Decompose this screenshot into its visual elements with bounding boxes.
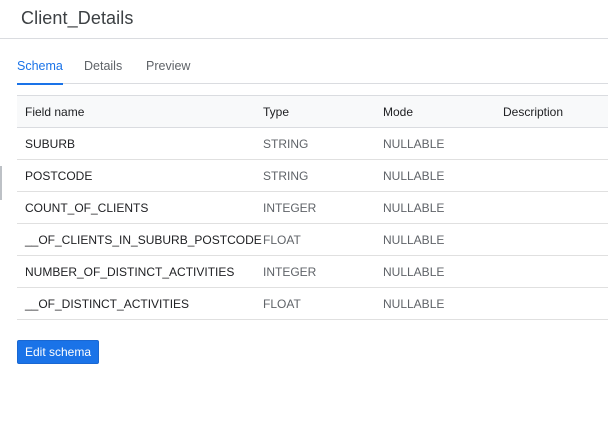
tab-preview[interactable]: Preview: [146, 59, 190, 84]
field-type-cell: FLOAT: [263, 296, 301, 311]
column-header-description: Description: [503, 104, 564, 119]
field-mode-cell: NULLABLE: [383, 264, 445, 279]
field-name-cell: SUBURB: [25, 136, 76, 151]
panel-resize-handle[interactable]: [0, 166, 2, 200]
field-mode-cell: NULLABLE: [383, 168, 445, 183]
field-mode-cell: NULLABLE: [383, 296, 445, 311]
field-name-cell: __OF_CLIENTS_IN_SUBURB_POSTCODE: [25, 232, 262, 247]
field-mode-cell: NULLABLE: [383, 232, 445, 247]
field-name-cell: COUNT_OF_CLIENTS: [25, 200, 149, 215]
page-title: Client_Details: [21, 8, 134, 28]
table-header-row: Field name Type Mode Description: [17, 96, 608, 128]
field-name-cell: NUMBER_OF_DISTINCT_ACTIVITIES: [25, 264, 235, 279]
field-type-cell: FLOAT: [263, 232, 301, 247]
table-row: POSTCODE STRING NULLABLE: [17, 160, 608, 192]
title-bar: Client_Details: [0, 0, 608, 39]
edit-schema-button[interactable]: Edit schema: [17, 340, 99, 364]
tab-bar: Schema Details Preview: [17, 59, 608, 85]
column-header-type: Type: [263, 104, 290, 119]
field-mode-cell: NULLABLE: [383, 200, 445, 215]
field-type-cell: INTEGER: [263, 200, 317, 215]
column-header-mode: Mode: [383, 104, 414, 119]
field-type-cell: STRING: [263, 168, 309, 183]
table-row: COUNT_OF_CLIENTS INTEGER NULLABLE: [17, 192, 608, 224]
field-mode-cell: NULLABLE: [383, 136, 445, 151]
table-row: NUMBER_OF_DISTINCT_ACTIVITIES INTEGER NU…: [17, 256, 608, 288]
column-header-field-name: Field name: [25, 104, 85, 119]
tab-details[interactable]: Details: [84, 59, 122, 84]
field-name-cell: __OF_DISTINCT_ACTIVITIES: [25, 296, 190, 311]
field-type-cell: STRING: [263, 136, 309, 151]
table-details-page: Client_Details Schema Details Preview Fi…: [0, 0, 608, 427]
schema-table: Field name Type Mode Description SUBURB …: [17, 95, 608, 320]
field-type-cell: INTEGER: [263, 264, 317, 279]
table-row: __OF_CLIENTS_IN_SUBURB_POSTCODE FLOAT NU…: [17, 224, 608, 256]
tab-schema[interactable]: Schema: [17, 59, 63, 85]
table-row: __OF_DISTINCT_ACTIVITIES FLOAT NULLABLE: [17, 288, 608, 320]
table-row: SUBURB STRING NULLABLE: [17, 128, 608, 160]
field-name-cell: POSTCODE: [25, 168, 93, 183]
